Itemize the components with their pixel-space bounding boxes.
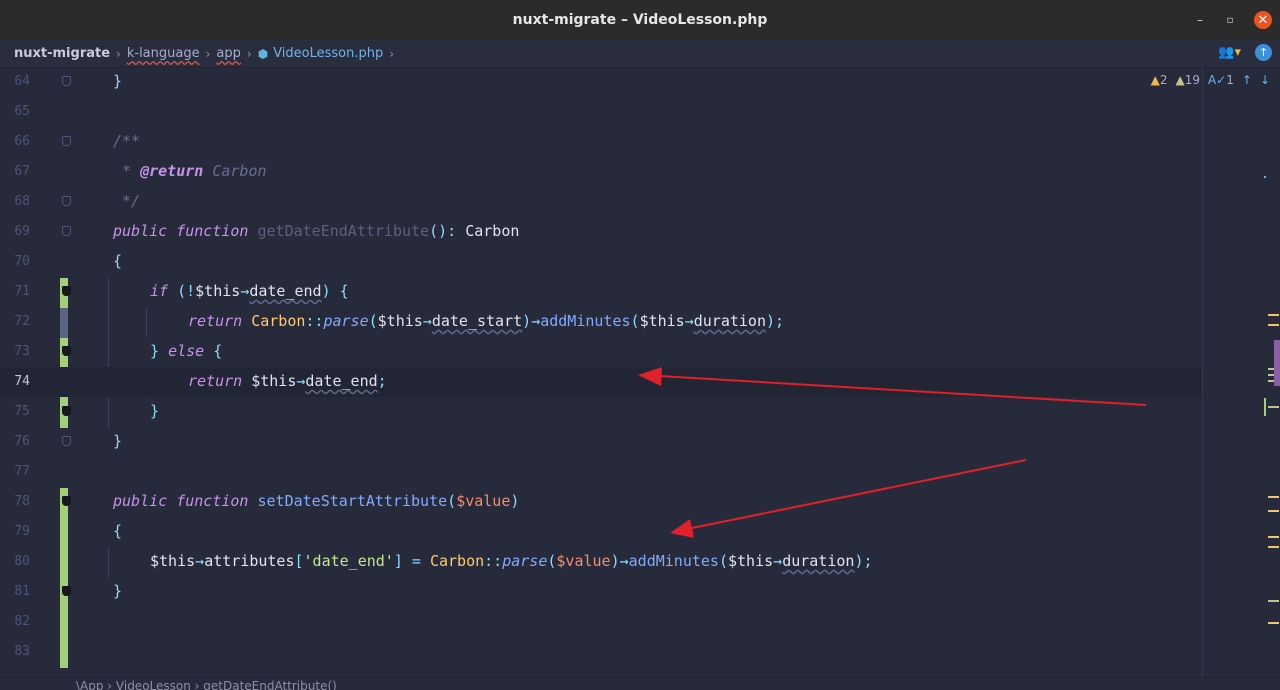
fold-marker-icon[interactable] bbox=[62, 406, 71, 416]
line-number: 68 bbox=[14, 194, 30, 209]
error-stripe-mark[interactable] bbox=[1268, 496, 1279, 498]
error-stripe-mark[interactable] bbox=[1268, 600, 1279, 602]
collaboration-icon[interactable]: 👥▾ bbox=[1218, 45, 1241, 60]
line-number: 69 bbox=[14, 224, 30, 239]
breadcrumb-k-language[interactable]: k-language bbox=[127, 46, 200, 61]
code-line[interactable]: 64 } bbox=[0, 67, 1202, 97]
scrollbar-thumb[interactable] bbox=[1274, 340, 1280, 386]
navigation-bar: nuxt-migrate › k-language › app › ⬢ Vide… bbox=[0, 40, 1280, 68]
code-line[interactable]: 72 return Carbon::parse($this→date_start… bbox=[0, 307, 1202, 337]
fold-marker-icon[interactable] bbox=[62, 586, 71, 596]
error-stripe-mark[interactable] bbox=[1264, 176, 1266, 178]
code-line[interactable]: 70 { bbox=[0, 247, 1202, 277]
line-number: 71 bbox=[14, 284, 30, 299]
code-line[interactable]: 78 public function setDateStartAttribute… bbox=[0, 487, 1202, 517]
line-number: 64 bbox=[14, 74, 30, 89]
breadcrumb-separator: › bbox=[205, 46, 211, 61]
line-number: 78 bbox=[14, 494, 30, 509]
error-stripe-mark[interactable] bbox=[1268, 536, 1279, 538]
error-stripe-mark[interactable] bbox=[1268, 546, 1279, 548]
fold-marker-icon[interactable] bbox=[62, 496, 71, 506]
error-stripe-mark[interactable] bbox=[1264, 398, 1266, 416]
code-line[interactable]: 77 bbox=[0, 457, 1202, 487]
line-number: 65 bbox=[14, 104, 30, 119]
fold-marker-icon[interactable] bbox=[62, 286, 71, 296]
code-line-current[interactable]: 74 return $this→date_end; bbox=[0, 367, 1202, 397]
breadcrumb-separator: › bbox=[246, 46, 252, 61]
line-number: 74 bbox=[14, 374, 30, 389]
code-editor[interactable]: 64 } 65 66 /** 67 * @return Carbon 68 */… bbox=[0, 67, 1280, 677]
window-title: nuxt-migrate – VideoLesson.php bbox=[512, 12, 768, 28]
line-number: 81 bbox=[14, 584, 30, 599]
line-number: 76 bbox=[14, 434, 30, 449]
close-icon[interactable]: ✕ bbox=[1254, 11, 1272, 29]
fold-marker-icon[interactable] bbox=[62, 226, 71, 236]
maximize-icon[interactable]: ▫ bbox=[1222, 10, 1238, 30]
code-line[interactable]: 75 } bbox=[0, 397, 1202, 427]
line-number: 79 bbox=[14, 524, 30, 539]
code-line[interactable]: 68 */ bbox=[0, 187, 1202, 217]
code-line[interactable]: 69 public function getDateEndAttribute()… bbox=[0, 217, 1202, 247]
code-line[interactable]: 73 } else { bbox=[0, 337, 1202, 367]
code-line[interactable]: 65 bbox=[0, 97, 1202, 127]
fold-marker-icon[interactable] bbox=[62, 136, 71, 146]
breadcrumb-project[interactable]: nuxt-migrate bbox=[14, 46, 110, 61]
right-margin-guide bbox=[1202, 67, 1203, 677]
error-stripe-mark[interactable] bbox=[1268, 314, 1279, 316]
code-breadcrumb-path[interactable]: \App › VideoLesson › getDateEndAttribute… bbox=[76, 679, 337, 690]
code-line[interactable]: 80 $this→attributes['date_end'] = Carbon… bbox=[0, 547, 1202, 577]
error-stripe-mark[interactable] bbox=[1268, 510, 1279, 512]
code-breadcrumb-bar: \App › VideoLesson › getDateEndAttribute… bbox=[0, 677, 1280, 690]
code-line[interactable]: 66 /** bbox=[0, 127, 1202, 157]
error-stripe-mark[interactable] bbox=[1268, 406, 1279, 408]
code-line[interactable]: 83 bbox=[0, 637, 1202, 667]
line-number: 77 bbox=[14, 464, 30, 479]
breadcrumb-file[interactable]: VideoLesson.php bbox=[273, 46, 383, 61]
breadcrumb-app[interactable]: app bbox=[216, 46, 240, 61]
line-number: 66 bbox=[14, 134, 30, 149]
breadcrumb: nuxt-migrate › k-language › app › ⬢ Vide… bbox=[0, 46, 400, 61]
code-line[interactable]: 82 bbox=[0, 607, 1202, 637]
line-number: 83 bbox=[14, 644, 30, 659]
minimize-icon[interactable]: – bbox=[1192, 10, 1208, 30]
code-line[interactable]: 76 } bbox=[0, 427, 1202, 457]
line-number: 75 bbox=[14, 404, 30, 419]
line-number: 82 bbox=[14, 614, 30, 629]
code-line[interactable]: 71 if (!$this→date_end) { bbox=[0, 277, 1202, 307]
fold-marker-icon[interactable] bbox=[62, 196, 71, 206]
fold-marker-icon[interactable] bbox=[62, 436, 71, 446]
code-line[interactable]: 81 } bbox=[0, 577, 1202, 607]
update-icon[interactable]: ↑ bbox=[1255, 44, 1272, 61]
line-number: 67 bbox=[14, 164, 30, 179]
error-stripe-mark[interactable] bbox=[1268, 324, 1279, 326]
breadcrumb-separator: › bbox=[116, 46, 121, 61]
fold-marker-icon[interactable] bbox=[62, 76, 71, 86]
breadcrumb-separator: › bbox=[389, 46, 395, 61]
code-line[interactable]: 79 { bbox=[0, 517, 1202, 547]
error-stripe-mark[interactable] bbox=[1268, 622, 1279, 624]
line-number: 72 bbox=[14, 314, 30, 329]
line-number: 73 bbox=[14, 344, 30, 359]
nav-toolbar: 👥▾ ↑ bbox=[1218, 44, 1272, 61]
fold-marker-icon[interactable] bbox=[62, 346, 71, 356]
code-line[interactable]: 67 * @return Carbon bbox=[0, 157, 1202, 187]
title-bar: nuxt-migrate – VideoLesson.php – ▫ ✕ bbox=[0, 0, 1280, 40]
php-file-icon: ⬢ bbox=[257, 46, 269, 61]
line-number: 70 bbox=[14, 254, 30, 269]
line-number: 80 bbox=[14, 554, 30, 569]
